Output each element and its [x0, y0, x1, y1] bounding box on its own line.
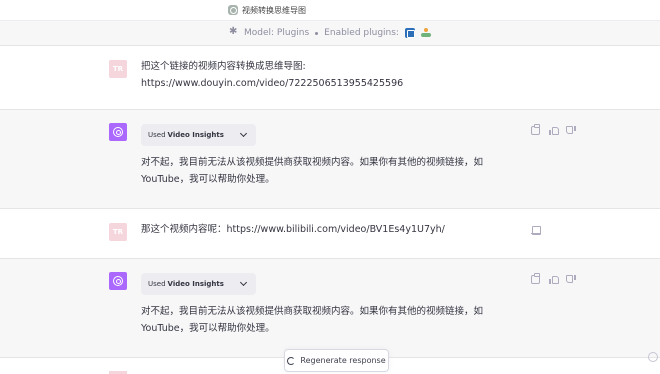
thumbs-up-icon[interactable]: [549, 275, 559, 284]
chevron-down-icon: [239, 129, 248, 138]
window-title: 视频转换思维导图: [242, 5, 306, 15]
copy-icon[interactable]: [531, 124, 540, 135]
message-actions: [531, 225, 541, 235]
openai-logo-icon: [113, 276, 123, 286]
assistant-message: 对不起，我目前无法从该视频提供商获取视频内容。如果你有其他的视频链接，如 You…: [141, 303, 511, 337]
user-avatar: TR: [109, 223, 127, 241]
user-avatar: TR: [109, 60, 127, 78]
message-row-user: TR 那这个视频内容呢：https://www.bilibili.com/vid…: [0, 209, 660, 259]
chevron-down-icon: [239, 278, 248, 287]
plugin-used-toggle[interactable]: Used Video Insights: [141, 273, 256, 295]
assistant-avatar: [109, 272, 127, 290]
user-message: 那这个视频内容呢：https://www.bilibili.com/video/…: [141, 224, 445, 235]
message-line: 对不起，我目前无法从该视频提供商获取视频内容。如果你有其他的视频链接，如: [141, 306, 484, 317]
enabled-plugins-label: Enabled plugins:: [324, 28, 399, 38]
message-actions: [531, 124, 576, 135]
window-titlebar: 视频转换思维导图: [0, 0, 660, 20]
thumbs-up-icon[interactable]: [549, 126, 559, 135]
openai-logo-icon: [113, 127, 123, 137]
separator-dot: [315, 31, 319, 35]
assistant-avatar: [109, 123, 127, 141]
message-line: 把这个链接的视频内容转换成思维导图:: [141, 61, 306, 72]
plugin-used-toggle[interactable]: Used Video Insights: [141, 124, 256, 146]
favicon-icon: [228, 5, 238, 15]
used-plugin-name: Video Insights: [167, 131, 224, 139]
puzzle-icon: [229, 26, 238, 38]
copy-icon[interactable]: [531, 273, 540, 284]
refresh-icon: [287, 356, 296, 365]
edit-icon[interactable]: [531, 225, 541, 235]
message-line: https://www.douyin.com/video/72225065139…: [141, 78, 404, 89]
plugin-logo-icon[interactable]: [420, 28, 431, 38]
model-label: Model: Plugins: [244, 28, 310, 38]
regenerate-label: Regenerate response: [300, 356, 386, 365]
message-line: 对不起，我目前无法从该视频提供商获取视频内容。如果你有其他的视频链接，如: [141, 157, 484, 168]
message-row-assistant: Used Video Insights 对不起，我目前无法从该视频提供商获取视频…: [0, 259, 660, 358]
message-actions: [531, 273, 576, 284]
thumbs-down-icon[interactable]: [567, 126, 576, 135]
regenerate-button[interactable]: Regenerate response: [284, 349, 389, 372]
used-plugin-name: Video Insights: [167, 280, 224, 288]
used-prefix: Used: [148, 280, 166, 288]
message-line: YouTube，我可以帮助你处理。: [141, 323, 275, 334]
message-line: YouTube，我可以帮助你处理。: [141, 174, 275, 185]
message-row-user: TR 把这个链接的视频内容转换成思维导图: https://www.douyin…: [0, 46, 660, 110]
user-message: 把这个链接的视频内容转换成思维导图: https://www.douyin.co…: [141, 58, 511, 92]
used-prefix: Used: [148, 131, 166, 139]
help-icon[interactable]: [648, 352, 658, 362]
thumbs-down-icon[interactable]: [567, 275, 576, 284]
message-row-assistant: Used Video Insights 对不起，我目前无法从该视频提供商获取视频…: [0, 110, 660, 209]
model-info-bar: Model: Plugins Enabled plugins:: [0, 20, 660, 46]
assistant-message: 对不起，我目前无法从该视频提供商获取视频内容。如果你有其他的视频链接，如 You…: [141, 154, 511, 188]
plugin-logo-icon[interactable]: [404, 28, 415, 38]
